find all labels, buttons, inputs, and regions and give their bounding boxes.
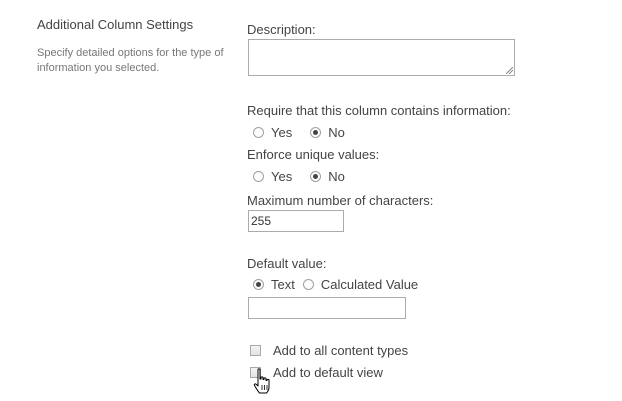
hand-pointer-icon (253, 368, 270, 394)
unique-radio-group: Yes No (253, 168, 363, 184)
section-description: Specify detailed options for the type of… (37, 47, 224, 74)
require-no-label[interactable]: No (328, 125, 345, 140)
default-calculated-label[interactable]: Calculated Value (321, 277, 418, 292)
section-title: Additional Column Settings (37, 17, 194, 32)
default-calculated-radio[interactable] (302, 278, 314, 290)
require-yes-radio[interactable] (253, 126, 264, 138)
description-label: Description: (247, 22, 316, 37)
max-chars-label: Maximum number of characters: (247, 193, 434, 208)
add-all-content-types-checkbox[interactable] (250, 344, 261, 356)
unique-no-label[interactable]: No (328, 169, 345, 184)
max-chars-input[interactable]: 255 (248, 210, 344, 232)
unique-yes-radio[interactable] (253, 170, 264, 182)
default-value-radio-group: Text Calculated Value (253, 276, 436, 292)
unique-no-radio[interactable] (310, 170, 322, 182)
unique-label: Enforce unique values: (247, 147, 380, 162)
unique-yes-label[interactable]: Yes (271, 169, 292, 184)
default-text-radio[interactable] (253, 278, 264, 290)
add-default-view-label[interactable]: Add to default view (273, 365, 383, 380)
require-yes-label[interactable]: Yes (271, 125, 292, 140)
require-radio-group: Yes No (253, 124, 363, 140)
require-label: Require that this column contains inform… (247, 103, 511, 118)
add-all-content-types-row[interactable]: Add to all content types (250, 342, 408, 358)
default-value-input[interactable] (248, 297, 406, 319)
add-all-content-types-label[interactable]: Add to all content types (273, 343, 408, 358)
description-textarea[interactable] (248, 39, 515, 76)
resize-grip-icon[interactable] (506, 67, 513, 74)
require-no-radio[interactable] (310, 126, 322, 138)
default-value-label: Default value: (247, 256, 327, 271)
default-text-label[interactable]: Text (271, 277, 295, 292)
